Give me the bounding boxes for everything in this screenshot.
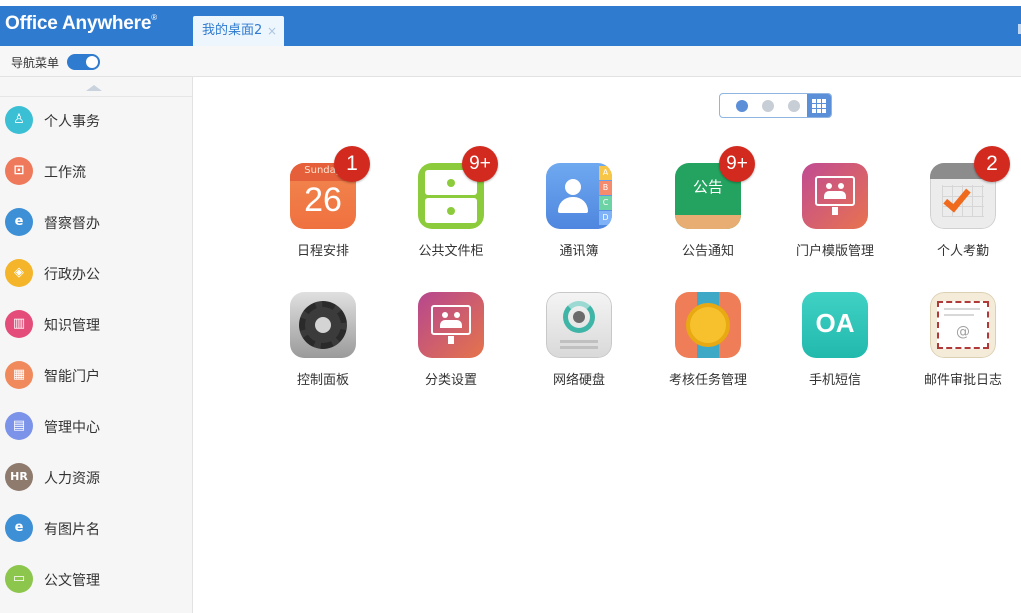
- book-icon: ▥: [5, 310, 33, 338]
- sidebar-item-7[interactable]: ▤ 管理中心: [0, 403, 192, 453]
- tab-desktop-2[interactable]: 我的桌面2 ×: [193, 16, 284, 46]
- person-icon: ♙: [5, 106, 33, 134]
- app-logo: Office Anywhere®: [5, 13, 157, 34]
- scroll-up-icon: [86, 85, 102, 91]
- ie-icon: e: [5, 514, 33, 542]
- briefcase-icon: ▭: [5, 565, 33, 593]
- app-medal[interactable]: 考核任务管理: [648, 292, 768, 412]
- sms-icon: OA: [802, 292, 868, 358]
- top-bar: Office Anywhere® 我的桌面2 ×: [0, 0, 1021, 46]
- app-name: 考核任务管理: [668, 373, 747, 388]
- app-name: 网络硬盘: [552, 373, 605, 388]
- nav-menu-toggle[interactable]: [67, 54, 100, 70]
- notification-badge: 1: [334, 146, 370, 182]
- sidebar-item-label: 行政办公: [44, 267, 100, 283]
- tab-label: 我的桌面2: [202, 23, 263, 38]
- app-portal-template[interactable]: 门户模版管理: [775, 163, 895, 283]
- gear-icon: [290, 292, 356, 358]
- hr-icon: HR: [5, 463, 33, 491]
- app-notice-board[interactable]: 公告 9+ 公告通知: [648, 146, 768, 283]
- app-name: 公共文件柜: [418, 244, 484, 259]
- notification-badge: 9+: [719, 146, 755, 182]
- grid-view-icon[interactable]: [807, 94, 831, 117]
- sidebar-item-label: 督察督办: [44, 216, 100, 232]
- sidebar-item-4[interactable]: ◈ 行政办公: [0, 250, 192, 300]
- page-dot-3[interactable]: [788, 100, 800, 112]
- app-attendance[interactable]: 2 个人考勤: [903, 146, 1021, 283]
- category-icon: [418, 292, 484, 358]
- calendar-date: 26: [304, 181, 342, 219]
- top-strip: [0, 0, 1021, 6]
- sidebar-item-2[interactable]: ⊡ 工作流: [0, 148, 192, 198]
- app-name: 日程安排: [296, 244, 349, 259]
- sidebar-item-label: 个人事务: [44, 114, 100, 130]
- sidebar-item-label: 智能门户: [44, 369, 100, 385]
- sidebar-item-6[interactable]: ▦ 智能门户: [0, 352, 192, 402]
- network-disk-icon: [546, 292, 612, 358]
- desktop-pager: [719, 93, 832, 118]
- oa-label: OA: [815, 308, 855, 338]
- app-name: 分类设置: [424, 373, 477, 388]
- portal-template-icon: [802, 163, 868, 229]
- sidebar: ♙ 个人事务 ⊡ 工作流 e 督察督办 ◈ 行政办公 ▥ 知识管理 ▦ 智能门户 ▤ 管理中…: [0, 77, 193, 613]
- app-address-book[interactable]: ABCD 通讯簿: [519, 163, 639, 283]
- sidebar-item-9[interactable]: e 有图片名: [0, 505, 192, 555]
- at-symbol: @: [956, 324, 970, 340]
- mail-log-icon: @: [930, 292, 996, 358]
- sidebar-item-label: 知识管理: [44, 318, 100, 334]
- app-name: 邮件审批日志: [923, 373, 1002, 388]
- nav-menu-label: 导航菜单: [11, 56, 60, 70]
- sidebar-item-8[interactable]: HR 人力资源: [0, 454, 192, 504]
- notification-badge: 9+: [462, 146, 498, 182]
- app-name: 门户模版管理: [795, 244, 874, 259]
- app-file-cabinet[interactable]: 9+ 公共文件柜: [391, 146, 511, 283]
- app-gear[interactable]: 控制面板: [263, 292, 383, 412]
- sidebar-item-5[interactable]: ▥ 知识管理: [0, 301, 192, 351]
- index-tab: A: [599, 166, 612, 180]
- layers-icon: ◈: [5, 259, 33, 287]
- sidebar-scroll-up[interactable]: [0, 77, 192, 97]
- sidebar-item-label: 公文管理: [44, 573, 100, 589]
- app-name: 通讯簿: [559, 244, 599, 259]
- sidebar-item-label: 工作流: [44, 165, 86, 181]
- sidebar-item-10[interactable]: ▭ 公文管理: [0, 556, 192, 606]
- app-name: 公告通知: [681, 244, 734, 259]
- nav-toggle-row: 导航菜单: [0, 46, 1021, 77]
- page-dot-1[interactable]: [736, 100, 748, 112]
- tab-close-icon[interactable]: ×: [267, 16, 277, 46]
- app-network-disk[interactable]: 网络硬盘: [519, 292, 639, 412]
- app-name: 手机短信: [808, 373, 861, 388]
- app-name: 个人考勤: [936, 244, 989, 259]
- building-icon: ▦: [5, 361, 33, 389]
- page-dot-2[interactable]: [762, 100, 774, 112]
- app-mail-log[interactable]: @ 邮件审批日志: [903, 292, 1021, 412]
- sidebar-item-label: 人力资源: [44, 471, 100, 487]
- workflow-icon: ⊡: [5, 157, 33, 185]
- app-name: 控制面板: [296, 373, 349, 388]
- document-icon: ▤: [5, 412, 33, 440]
- sidebar-item-3[interactable]: e 督察督办: [0, 199, 192, 249]
- sidebar-item-label: 管理中心: [44, 420, 100, 436]
- toggle-knob: [86, 56, 98, 68]
- ie-icon: e: [5, 208, 33, 236]
- app-sms[interactable]: OA 手机短信: [775, 292, 895, 412]
- sidebar-item-1[interactable]: ♙ 个人事务: [0, 97, 192, 147]
- sidebar-item-label: 有图片名: [44, 522, 100, 538]
- index-tab: B: [599, 181, 612, 195]
- app-calendar[interactable]: Sunday 26 1 日程安排: [263, 146, 383, 283]
- index-tab: C: [599, 196, 612, 210]
- address-book-icon: ABCD: [546, 163, 612, 229]
- notification-badge: 2: [974, 146, 1010, 182]
- index-tab: D: [599, 211, 612, 225]
- app-category[interactable]: 分类设置: [391, 292, 511, 412]
- medal-icon: [675, 292, 741, 358]
